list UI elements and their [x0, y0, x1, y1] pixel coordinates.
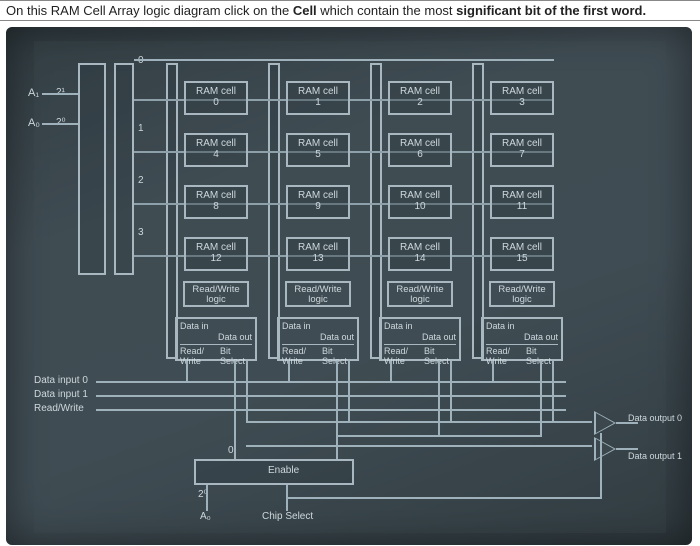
rw-logic-3[interactable]: Read/Write logic: [489, 281, 555, 307]
wire: [492, 361, 494, 383]
ram-cell-4[interactable]: RAM cell4: [184, 133, 248, 167]
wire: [552, 361, 554, 421]
ram-cell-10[interactable]: RAM cell10: [388, 185, 452, 219]
diagram-photo: A₁ 2¹ A₀ 2⁰ 0 1 2 3 RAM cell0 RAM cell1 …: [6, 27, 692, 545]
ram-cell-13[interactable]: RAM cell13: [286, 237, 350, 271]
ram-cell-11[interactable]: RAM cell11: [490, 185, 554, 219]
tristate-buffer-0[interactable]: [594, 411, 616, 435]
ram-cell-5[interactable]: RAM cell5: [286, 133, 350, 167]
data-input-1-label: Data input 1: [34, 389, 88, 400]
wire: [590, 421, 592, 423]
instruction-bar: On this RAM Cell Array logic diagram cli…: [0, 0, 700, 21]
col-decoder-0-label: 0: [228, 445, 234, 456]
wire: [336, 361, 338, 459]
ram-cell-3[interactable]: RAM cell3: [490, 81, 554, 115]
ram-cell-0[interactable]: RAM cell0: [184, 81, 248, 115]
wire: [616, 448, 638, 450]
data-input-0-label: Data input 0: [34, 375, 88, 386]
wire: [134, 59, 554, 61]
wire: [234, 361, 236, 459]
wire: [390, 361, 392, 383]
io-box-1[interactable]: Data in Data out Read/ WriteBit Select: [277, 317, 359, 361]
rw-logic-0[interactable]: Read/Write logic: [183, 281, 249, 307]
wire: [246, 361, 248, 421]
wire: [348, 361, 350, 421]
wire: [540, 361, 542, 435]
wire: [96, 395, 566, 397]
io-box-2[interactable]: Data in Data out Read/ WriteBit Select: [379, 317, 461, 361]
row-index-2: 2: [138, 175, 144, 186]
ram-cell-9[interactable]: RAM cell9: [286, 185, 350, 219]
enable-label: Enable: [268, 465, 299, 476]
ram-cell-14[interactable]: RAM cell14: [388, 237, 452, 271]
io-box-3[interactable]: Data in Data out Read/ WriteBit Select: [481, 317, 563, 361]
wire: [438, 361, 440, 435]
wire: [450, 361, 452, 421]
column-rail-3: [472, 63, 484, 359]
read-write-label: Read/Write: [34, 403, 84, 414]
address-a1-label: A₁: [28, 87, 39, 99]
column-rail-2: [370, 63, 382, 359]
instruction-text-bold1: Cell: [293, 3, 317, 18]
ram-cell-6[interactable]: RAM cell6: [388, 133, 452, 167]
address-a0-label: A₀: [28, 117, 40, 129]
instruction-text-bold2: significant bit of the first word.: [456, 3, 646, 18]
wire: [288, 361, 290, 383]
address-buffer-block[interactable]: [114, 63, 134, 275]
data-output-1-label: Data output 1: [628, 451, 682, 461]
ram-cell-15[interactable]: RAM cell15: [490, 237, 554, 271]
rw-logic-1[interactable]: Read/Write logic: [285, 281, 351, 307]
bottom-a0-label: A₀: [200, 511, 211, 522]
wire: [600, 433, 602, 499]
wire: [42, 123, 78, 125]
ram-cell-2[interactable]: RAM cell2: [388, 81, 452, 115]
wire: [286, 497, 602, 499]
instruction-text-mid: which contain the most: [320, 3, 456, 18]
tristate-buffer-1[interactable]: [594, 437, 616, 461]
wire: [96, 409, 566, 411]
wire: [186, 361, 188, 383]
wire: [206, 485, 208, 511]
wire: [42, 93, 78, 95]
ram-cell-1[interactable]: RAM cell1: [286, 81, 350, 115]
instruction-text-prefix: On this RAM Cell Array logic diagram cli…: [6, 3, 293, 18]
column-rail-0: [166, 63, 178, 359]
ram-array-diagram: A₁ 2¹ A₀ 2⁰ 0 1 2 3 RAM cell0 RAM cell1 …: [34, 41, 666, 533]
wire: [246, 445, 592, 447]
ram-cell-12[interactable]: RAM cell12: [184, 237, 248, 271]
wire: [96, 381, 566, 383]
chip-select-label: Chip Select: [262, 511, 313, 522]
row-index-3: 3: [138, 227, 144, 238]
column-rail-1: [268, 63, 280, 359]
wire: [336, 435, 542, 437]
rw-logic-2[interactable]: Read/Write logic: [387, 281, 453, 307]
io-box-0[interactable]: Data in Data out Read/ WriteBit Select: [175, 317, 257, 361]
row-index-1: 1: [138, 123, 144, 134]
row-decoder[interactable]: [78, 63, 106, 275]
data-output-0-label: Data output 0: [628, 413, 682, 423]
ram-cell-7[interactable]: RAM cell7: [490, 133, 554, 167]
ram-cell-8[interactable]: RAM cell8: [184, 185, 248, 219]
